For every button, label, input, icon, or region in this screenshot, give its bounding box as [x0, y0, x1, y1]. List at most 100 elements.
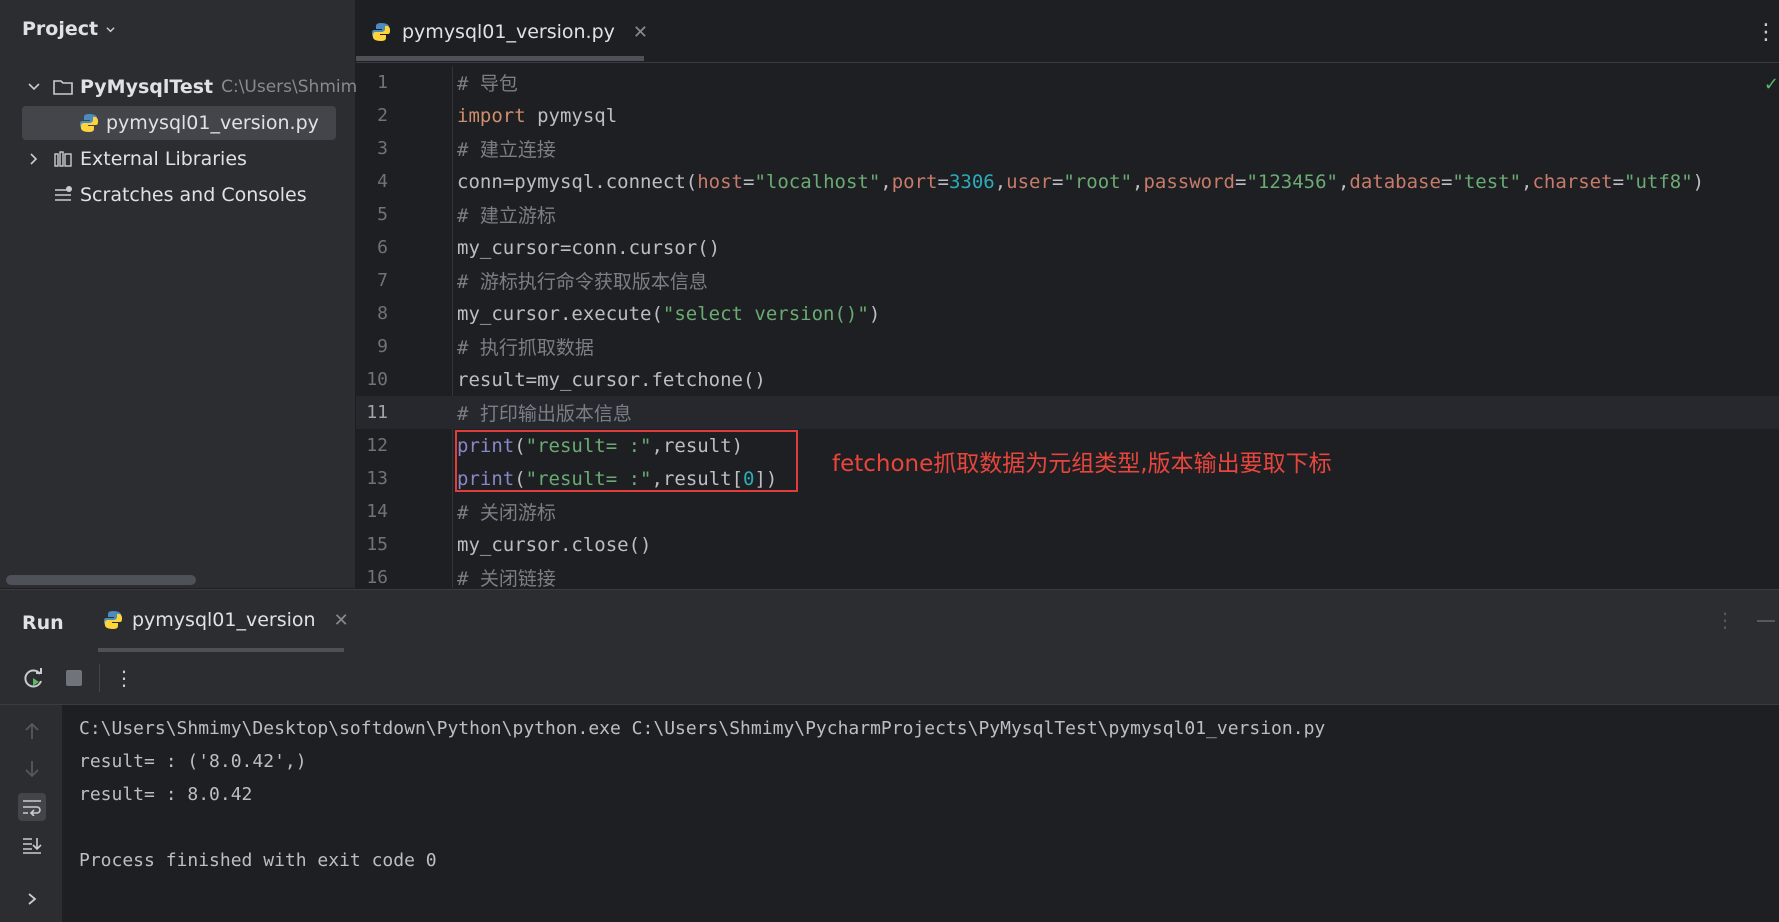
- arrow-up-icon: [25, 722, 39, 739]
- line-number[interactable]: 16: [356, 567, 388, 588]
- code-line[interactable]: 9 # 执行抓取数据: [356, 330, 1779, 363]
- code-line[interactable]: 15 my_cursor.close(): [356, 528, 1779, 561]
- tree-item-external-libraries[interactable]: External Libraries: [26, 142, 247, 176]
- code-text: # 关闭游标: [457, 502, 556, 524]
- line-number[interactable]: 3: [356, 138, 388, 159]
- code-text: # 导包: [457, 73, 518, 95]
- line-number[interactable]: 12: [356, 435, 388, 456]
- rerun-icon: [24, 668, 42, 688]
- tree-root-pymysqltest[interactable]: PyMysqlTest C:\Users\Shmimy\: [26, 70, 373, 104]
- root-folder-name: PyMysqlTest: [80, 76, 214, 98]
- line-number[interactable]: 5: [356, 204, 388, 225]
- line-number[interactable]: 1: [356, 72, 388, 93]
- code-text: # 关闭链接: [457, 568, 556, 588]
- run-toolbar: ⋮: [0, 652, 1779, 705]
- code-line[interactable]: 5 # 建立游标: [356, 198, 1779, 231]
- tree-item-scratches[interactable]: Scratches and Consoles: [52, 178, 307, 212]
- minimize-icon[interactable]: [1757, 620, 1775, 622]
- line-number[interactable]: 4: [356, 171, 388, 192]
- scroll-to-end-button[interactable]: [18, 831, 46, 859]
- code-line[interactable]: 7 # 游标执行命令获取版本信息: [356, 264, 1779, 297]
- run-sidebar: [0, 705, 62, 922]
- line-number[interactable]: 8: [356, 303, 388, 324]
- code-line[interactable]: 4 conn=pymysql.connect(host="localhost",p…: [356, 165, 1779, 198]
- file-name: pymysql01_version.py: [106, 112, 319, 134]
- tab-pymysql01-version[interactable]: pymysql01_version.py ✕: [370, 12, 648, 52]
- code-text: my_cursor.close(): [457, 533, 652, 556]
- annotation-text: fetchone抓取数据为元组类型,版本输出要取下标: [832, 451, 1332, 477]
- stop-button[interactable]: [62, 666, 86, 690]
- external-libraries-label: External Libraries: [80, 148, 247, 170]
- run-title: Run: [22, 612, 64, 634]
- root-folder-path: C:\Users\Shmimy\: [221, 77, 373, 97]
- close-icon[interactable]: ✕: [334, 610, 349, 631]
- console-line: C:\Users\Shmimy\Desktop\softdown\Python\…: [79, 718, 1326, 739]
- code-text: result=my_cursor.fetchone(): [457, 368, 766, 391]
- line-number[interactable]: 6: [356, 237, 388, 258]
- folder-icon: [53, 80, 73, 95]
- line-number[interactable]: 13: [356, 468, 388, 489]
- console-line: Process finished with exit code 0: [79, 850, 437, 871]
- project-title: Project: [22, 18, 99, 40]
- tree-item-pymysql01-version[interactable]: pymysql01_version.py: [22, 106, 336, 140]
- code-line[interactable]: 3 # 建立连接: [356, 132, 1779, 165]
- close-icon[interactable]: ✕: [633, 22, 648, 43]
- code-text: # 建立游标: [457, 205, 556, 227]
- code-text: my_cursor.execute("select version()"): [457, 302, 881, 325]
- more-options-icon[interactable]: ⋮: [112, 666, 136, 690]
- project-panel: Project PyMysqlTest C:\Users\Shmimy\ pym…: [0, 0, 373, 588]
- code-line[interactable]: 16 # 关闭链接: [356, 561, 1779, 588]
- python-file-icon: [80, 114, 98, 132]
- tab-label: pymysql01_version.py: [402, 21, 615, 43]
- line-number[interactable]: 7: [356, 270, 388, 291]
- more-options-icon[interactable]: ⋮: [1755, 20, 1777, 45]
- chevron-down-icon: [106, 26, 115, 32]
- chevron-right-icon[interactable]: [26, 151, 42, 167]
- python-file-icon: [104, 611, 122, 629]
- more-options-icon[interactable]: ⋮: [1715, 608, 1735, 632]
- editor-tab-bar: pymysql01_version.py ✕ ⋮: [356, 0, 1779, 63]
- soft-wrap-button[interactable]: [18, 793, 46, 821]
- library-icon: [54, 151, 72, 167]
- project-horizontal-scrollbar[interactable]: [6, 575, 196, 585]
- line-number[interactable]: 9: [356, 336, 388, 357]
- run-header: Run pymysql01_version ✕ ⋮: [0, 590, 1779, 652]
- run-tab[interactable]: pymysql01_version ✕: [102, 609, 349, 631]
- arrow-down-icon: [25, 761, 39, 778]
- stop-icon: [66, 670, 82, 686]
- expand-button[interactable]: [18, 885, 46, 913]
- code-line[interactable]: 2 import pymysql: [356, 99, 1779, 132]
- code-line[interactable]: 10 result=my_cursor.fetchone(): [356, 363, 1779, 396]
- code-editor: pymysql01_version.py ✕ ⋮ ✓ 1 # 导包 2 import …: [356, 0, 1779, 588]
- code-line[interactable]: 6 my_cursor=conn.cursor(): [356, 231, 1779, 264]
- annotation-highlight-box: [455, 430, 798, 492]
- rerun-button[interactable]: [22, 666, 46, 690]
- console-line: result= : 8.0.42: [79, 784, 253, 805]
- code-line[interactable]: 1 # 导包: [356, 66, 1779, 99]
- code-text: # 建立连接: [457, 139, 556, 161]
- soft-wrap-icon: [23, 800, 41, 816]
- chevron-down-icon[interactable]: [26, 79, 42, 95]
- code-line[interactable]: 11 # 打印输出版本信息: [356, 396, 1779, 429]
- scroll-down-button[interactable]: [18, 755, 46, 783]
- project-panel-header[interactable]: Project: [22, 18, 115, 40]
- console-output[interactable]: C:\Users\Shmimy\Desktop\softdown\Python\…: [79, 712, 1779, 877]
- scroll-to-end-icon: [23, 838, 42, 854]
- line-number[interactable]: 2: [356, 105, 388, 126]
- code-line[interactable]: 8 my_cursor.execute("select version()"): [356, 297, 1779, 330]
- line-number[interactable]: 10: [356, 369, 388, 390]
- python-file-icon: [372, 23, 390, 41]
- active-tab-indicator: [356, 56, 644, 61]
- code-area[interactable]: 1 # 导包 2 import pymysql 3 # 建立连接 4 conn=pymysql…: [356, 66, 1779, 588]
- code-line[interactable]: 14 # 关闭游标: [356, 495, 1779, 528]
- scratches-icon: [55, 186, 72, 201]
- scroll-up-button[interactable]: [18, 717, 46, 745]
- line-number[interactable]: 11: [356, 402, 388, 423]
- line-number[interactable]: 14: [356, 501, 388, 522]
- run-panel: Run pymysql01_version ✕ ⋮ ⋮ C:\Users\Shm…: [0, 589, 1779, 922]
- scratches-label: Scratches and Consoles: [80, 184, 307, 206]
- code-text: import pymysql: [457, 104, 618, 127]
- line-number[interactable]: 15: [356, 534, 388, 555]
- toolbar-separator: [99, 664, 100, 692]
